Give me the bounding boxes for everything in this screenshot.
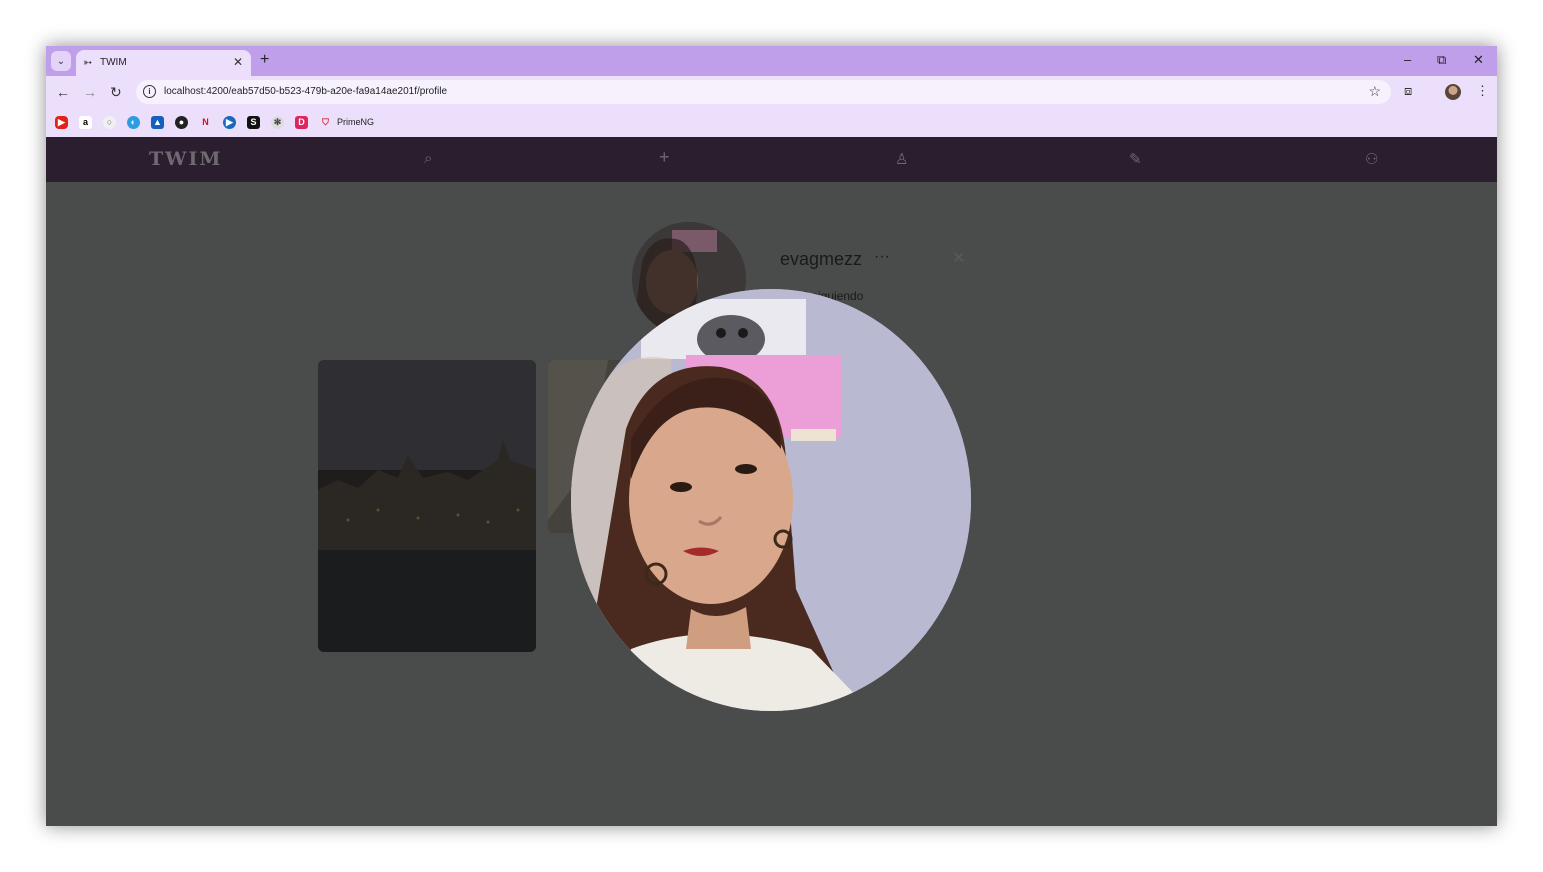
play-bookmark-icon[interactable]: ▶ [223,116,236,129]
tab-strip: ⌄ ➳ TWIM ✕ + – ⧉ ✕ [46,46,1497,76]
youtube-bookmark-icon[interactable]: ▶ [55,116,68,129]
bookmark-star-icon[interactable]: ☆ [1368,83,1381,100]
close-icon[interactable]: ✕ [952,248,965,268]
profile-username: evagmezz [780,249,863,269]
app-navbar: TWIM ⌕ + ♙ ✎ ⚇ [46,137,1497,182]
forward-button[interactable]: → [83,84,97,100]
s-bookmark-icon[interactable]: S [247,116,260,129]
d-bookmark-icon[interactable]: D [295,116,308,129]
amazon-bookmark-icon[interactable]: a [79,116,92,129]
search-icon[interactable]: ⌕ [424,150,432,167]
enlarged-profile-picture[interactable] [571,289,971,711]
more-options-icon[interactable]: ··· [874,248,890,266]
extensions-icon[interactable]: ⧈ [1404,83,1412,99]
browser-window: ⌄ ➳ TWIM ✕ + – ⧉ ✕ ← → ↻ i localhost:420… [46,46,1497,826]
education-bookmark-icon[interactable]: ▲ [151,116,164,129]
minimize-button[interactable]: – [1404,52,1411,67]
tab-title: TWIM [100,57,127,68]
restore-button[interactable]: ⧉ [1437,52,1446,68]
browser-toolbar: ← → ↻ i localhost:4200/eab57d50-b523-479… [46,76,1497,109]
users-icon[interactable]: ⚇ [1365,150,1378,168]
site-info-icon[interactable]: i [143,85,156,98]
shield-bookmark-icon[interactable]: ⛉ [319,116,332,129]
tab-search-button[interactable]: ⌄ [51,51,71,71]
globe-bookmark-icon[interactable]: ◐ [127,116,140,129]
app-logo[interactable]: TWIM [149,148,222,170]
back-button[interactable]: ← [56,84,70,100]
chevron-down-icon: ⌄ [56,55,66,67]
wordpress-bookmark-icon[interactable]: ● [175,116,188,129]
close-window-button[interactable]: ✕ [1473,52,1484,68]
kebab-menu-icon[interactable]: ⋮ [1476,83,1489,99]
bookmarks-bar: ▶ a ○ ◐ ▲ ● N ▶ S ✻ D ⛉ PrimeNG [46,109,1497,137]
wrench-icon[interactable]: ✎ [1129,150,1142,168]
address-bar[interactable]: i localhost:4200/eab57d50-b523-479b-a20e… [136,80,1391,104]
github-bookmark-icon[interactable]: ○ [103,116,116,129]
openai-bookmark-icon[interactable]: ✻ [271,116,284,129]
favicon-icon: ➳ [83,57,93,69]
user-icon[interactable]: ♙ [895,150,908,168]
post-thumbnail[interactable] [318,360,536,652]
reload-button[interactable]: ↻ [110,84,122,101]
url-text[interactable]: localhost:4200/eab57d50-b523-479b-a20e-f… [164,86,447,97]
primeng-bookmark[interactable]: PrimeNG [337,117,374,127]
new-tab-button[interactable]: + [260,51,269,69]
tab-close-button[interactable]: ✕ [233,55,243,69]
profile-page-overlay: evagmezz ··· ✕ as 2 siguiendo [46,182,1497,826]
plus-icon[interactable]: + [659,147,670,168]
tab-twim[interactable]: ➳ TWIM ✕ [76,50,251,76]
netflix-bookmark-icon[interactable]: N [199,116,212,129]
profile-avatar-icon[interactable] [1445,84,1461,100]
